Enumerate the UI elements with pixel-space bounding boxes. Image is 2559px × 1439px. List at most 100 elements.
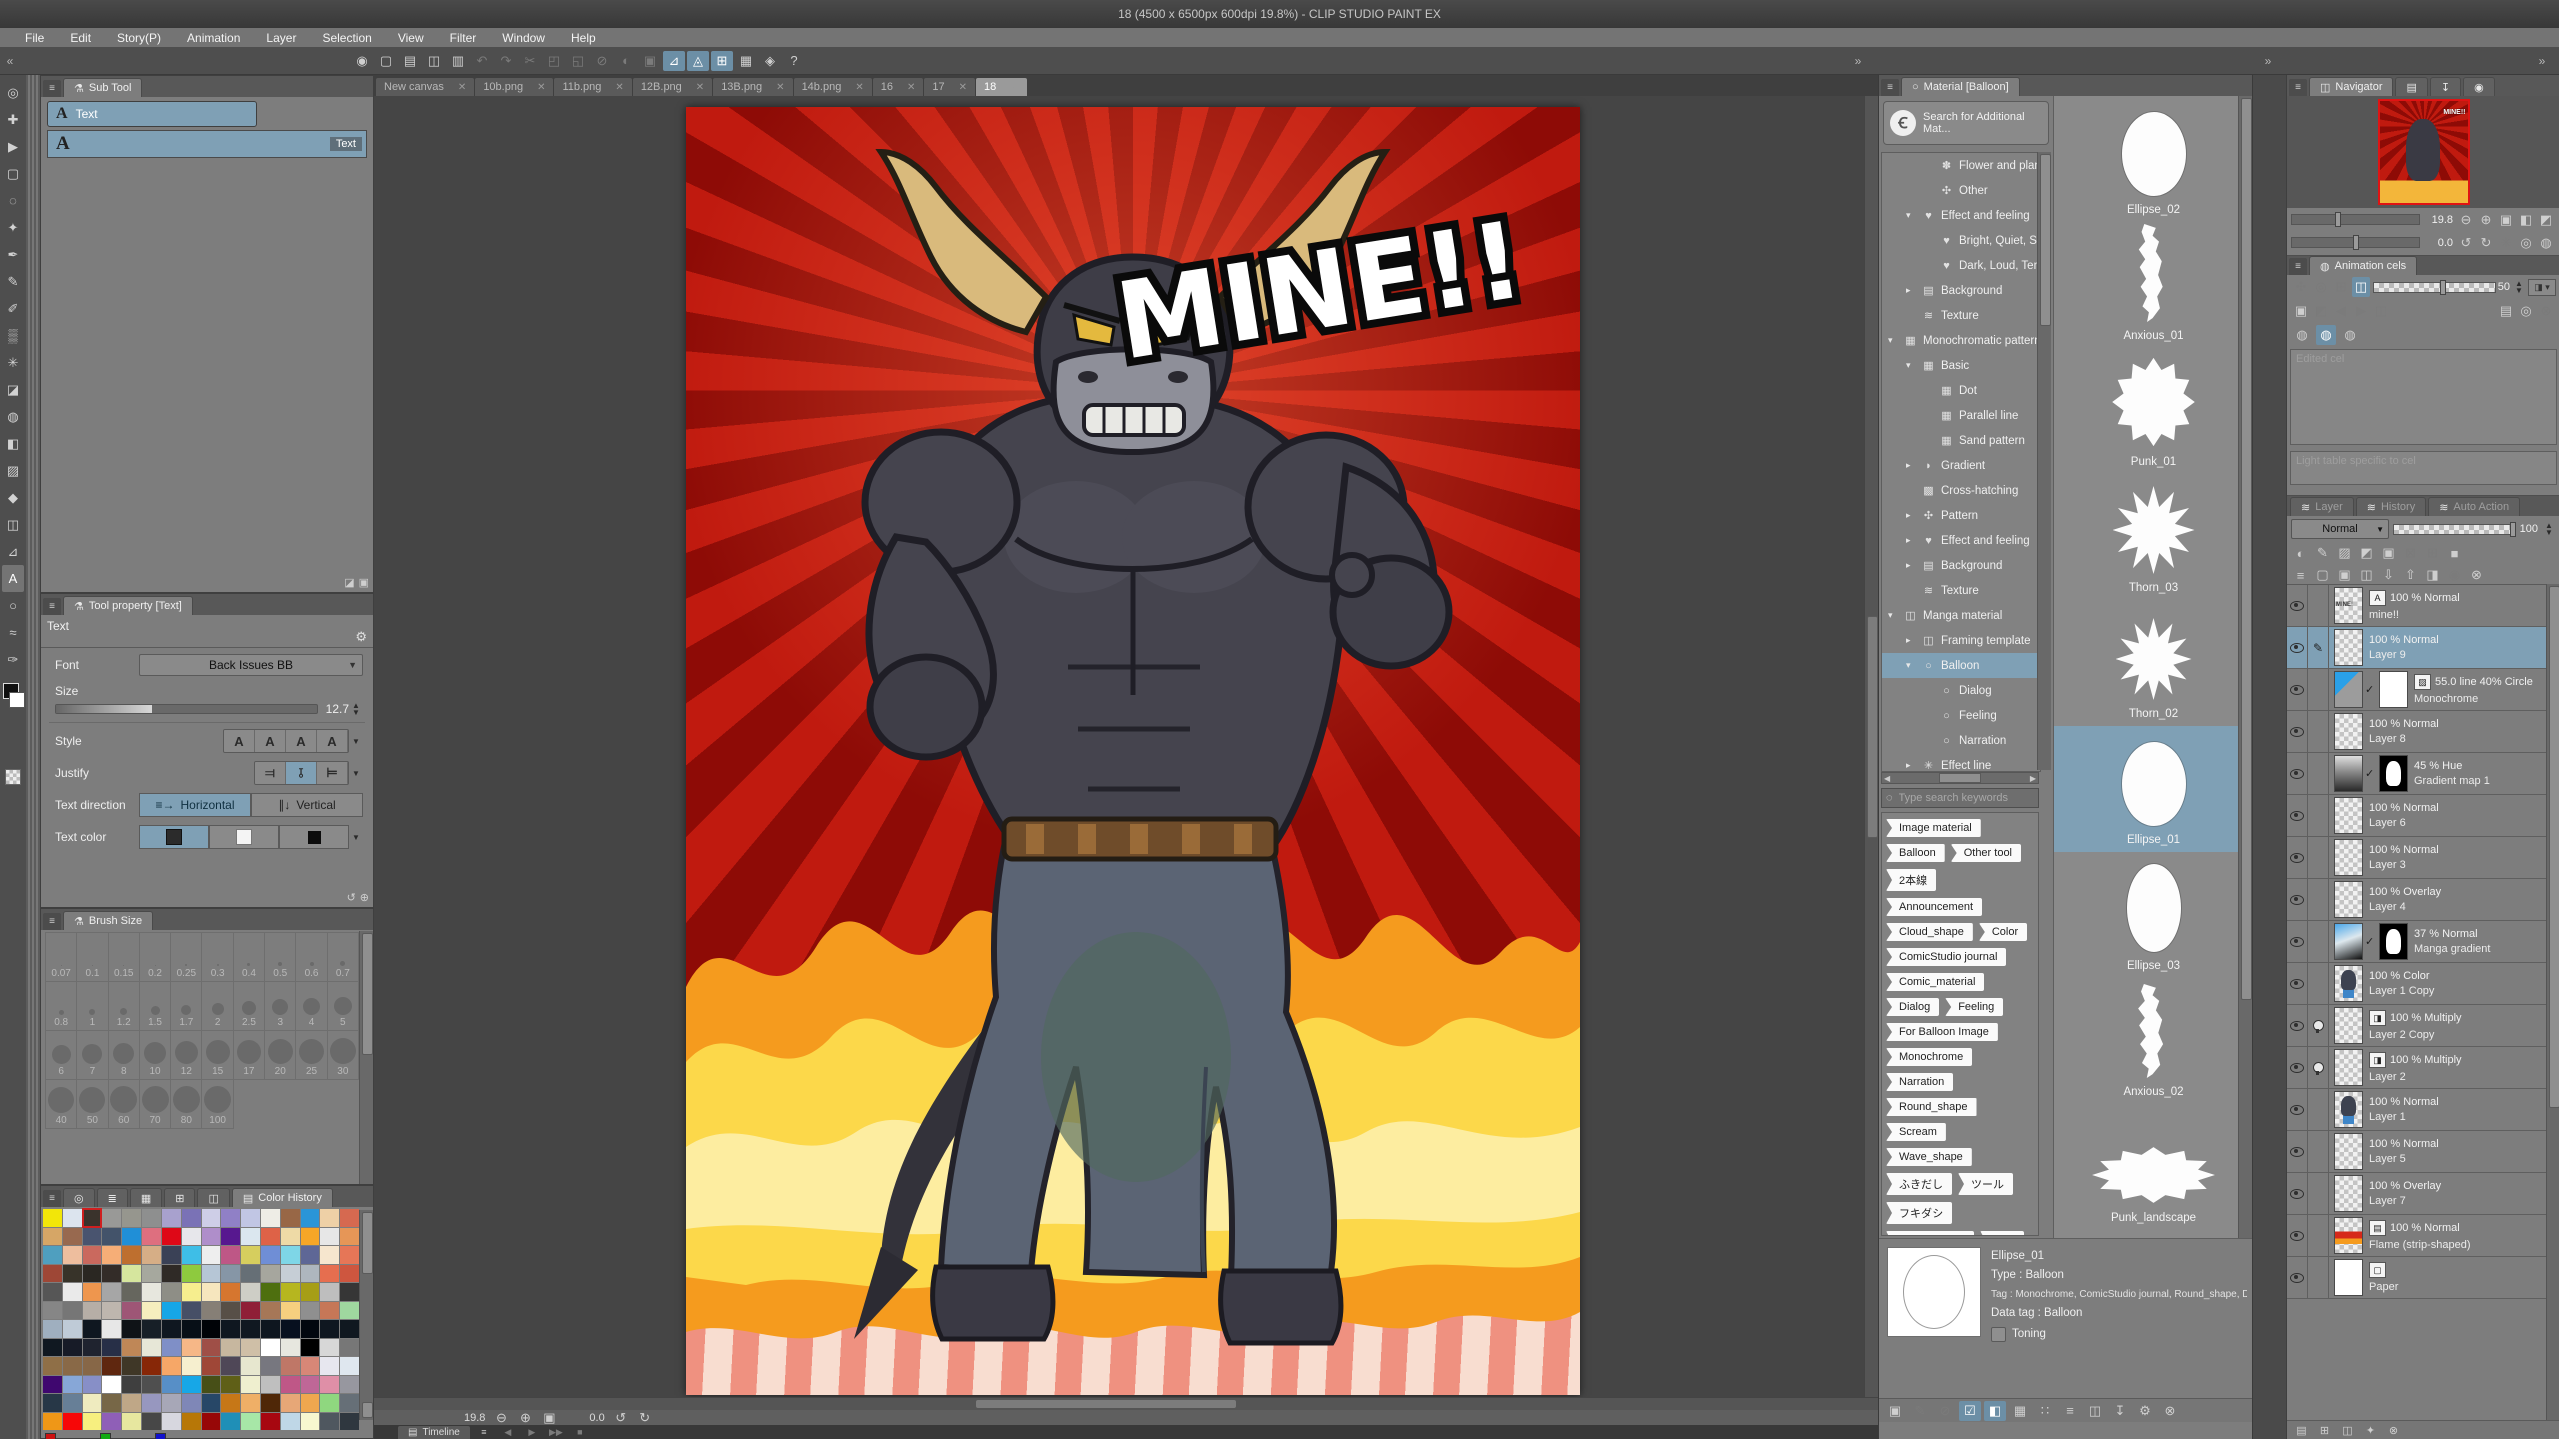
layer-mask-thumbnail[interactable]	[2379, 755, 2408, 792]
color-swatch[interactable]	[83, 1320, 102, 1338]
color-swatch[interactable]	[83, 1339, 102, 1357]
rotate-ccw-icon[interactable]: ↺	[2457, 233, 2475, 253]
recent-color-swatch[interactable]	[100, 1433, 111, 1439]
new-folder-icon[interactable]: ▣	[1884, 1401, 1906, 1421]
color-swatch[interactable]	[320, 1320, 339, 1338]
eraser-tool-icon[interactable]: ◪	[2, 376, 24, 403]
register-tool-icon[interactable]: ⊕	[360, 891, 369, 904]
layer-thumbnail[interactable]	[2334, 881, 2363, 918]
layer-name[interactable]: Flame (strip-shaped)	[2369, 1239, 2470, 1251]
color-swatch[interactable]	[281, 1339, 300, 1357]
enable-light-table-icon[interactable]: ✣	[2292, 277, 2310, 297]
color-swatch[interactable]	[142, 1339, 161, 1357]
layer-row[interactable]: ✎ ✓ ◨100 % Multiply Layer 2 Copy	[2287, 1005, 2547, 1047]
layer-name[interactable]: Layer 6	[2369, 817, 2439, 829]
brush-size-cell[interactable]: 6	[46, 1031, 77, 1080]
transfer-down-icon[interactable]: ⇩	[2379, 565, 2398, 585]
color-swatch[interactable]	[241, 1376, 260, 1394]
brush-size-cell[interactable]: 0.07	[46, 933, 77, 982]
material-search-input[interactable]	[1897, 791, 2034, 805]
layer-name[interactable]: Layer 5	[2369, 1153, 2439, 1165]
color-swatch[interactable]	[241, 1357, 260, 1375]
menu-item[interactable]: Story(P)	[104, 29, 174, 47]
save-material-icon[interactable]: ↧	[2109, 1401, 2131, 1421]
trash-icon[interactable]: ⊗	[2159, 1401, 2181, 1421]
brush-size-cell[interactable]: 1	[77, 982, 108, 1031]
color-swatch[interactable]	[320, 1413, 339, 1431]
color-swatch[interactable]	[43, 1283, 62, 1301]
color-swatch[interactable]	[142, 1209, 161, 1227]
flip-horizontal-icon[interactable]: ◧	[2517, 210, 2535, 230]
material-tree-item[interactable]: ▾ ○ Balloon	[1882, 653, 2040, 678]
document-tab[interactable]: 14b.png✕	[794, 78, 872, 96]
layer-indicator-cell[interactable]: ✎	[2308, 837, 2329, 878]
color-swatch[interactable]	[63, 1413, 82, 1431]
layer-panel-tab[interactable]: ≋Layer	[2290, 497, 2354, 516]
color-swatch[interactable]	[43, 1302, 62, 1320]
color-swatch[interactable]	[221, 1265, 240, 1283]
material-tree-item[interactable]: ▸ ◗ Gradient	[1882, 453, 2040, 478]
layer-visibility-cell[interactable]	[2287, 669, 2308, 710]
color-swatch[interactable]	[162, 1283, 181, 1301]
color-swatch[interactable]	[202, 1339, 221, 1357]
panel-trash-icon[interactable]: ⊗	[2384, 1423, 2403, 1439]
document-tab[interactable]: New canvas✕	[376, 78, 474, 96]
color-swatch[interactable]	[162, 1376, 181, 1394]
brush-size-cell[interactable]: 40	[46, 1080, 77, 1129]
color-swatch[interactable]	[340, 1265, 359, 1283]
color-swatch[interactable]	[320, 1339, 339, 1357]
lock-layer-icon[interactable]: ◩	[2357, 543, 2376, 563]
color-swatch[interactable]	[281, 1265, 300, 1283]
save-icon[interactable]: ◫	[423, 51, 445, 71]
color-swatch[interactable]	[340, 1394, 359, 1412]
layer-name[interactable]: Manga gradient	[2414, 943, 2490, 955]
layer-visibility-cell[interactable]	[2287, 879, 2308, 920]
material-tab[interactable]: ○Material [Balloon]	[1901, 77, 2020, 96]
layer-visibility-cell[interactable]	[2287, 585, 2308, 626]
zoom-tool-icon[interactable]: ◎	[2, 79, 24, 106]
color-swatch[interactable]	[340, 1209, 359, 1227]
material-tree-item[interactable]: ▸ ✳ Effect line	[1882, 753, 2040, 772]
tree-expand-icon[interactable]: ▸	[1906, 535, 1916, 546]
color-swatch[interactable]	[202, 1376, 221, 1394]
color-swatch[interactable]	[221, 1413, 240, 1431]
color-swatch[interactable]	[261, 1209, 280, 1227]
deselect-icon[interactable]: ⊘	[591, 51, 613, 71]
layer-panel-tab[interactable]: ≋Auto Action	[2428, 497, 2520, 516]
balloon-tool-icon[interactable]: ○	[2, 592, 24, 619]
color-swatch[interactable]	[43, 1209, 62, 1227]
gear-icon[interactable]: ⚙	[2134, 1401, 2156, 1421]
material-item[interactable]: Anxious_02	[2054, 978, 2253, 1104]
layer-indicator-cell[interactable]: ✎	[2308, 879, 2329, 920]
folder-icon[interactable]: ▤	[2497, 301, 2515, 321]
brush-size-cell[interactable]: 3	[265, 982, 296, 1031]
material-tree-item[interactable]: ▸ ✣ Pattern	[1882, 503, 2040, 528]
animation-cels-tab[interactable]: ◍Animation cels	[2309, 256, 2417, 275]
material-tree-item[interactable]: ✽ Flower and plant p...	[1882, 153, 2040, 178]
color-swatch[interactable]	[83, 1394, 102, 1412]
canvas-viewport[interactable]: MINE!!	[374, 96, 1878, 1397]
delete-layer-icon[interactable]: ⊗	[2467, 565, 2486, 585]
color-swatch[interactable]	[162, 1209, 181, 1227]
brush-size-cell[interactable]: 0.6	[296, 933, 327, 982]
panel-menu-icon[interactable]: ≡	[43, 1190, 61, 1207]
close-icon[interactable]: ✕	[959, 82, 967, 93]
mask-icon[interactable]: ◐	[2291, 543, 2310, 563]
tree-expand-icon[interactable]: ▸	[1906, 560, 1916, 571]
delete-folder-icon[interactable]: ⊘	[1934, 1401, 1956, 1421]
layer-name[interactable]: Gradient map 1	[2414, 775, 2490, 787]
color-swatch[interactable]	[102, 1357, 121, 1375]
keyword-tag[interactable]: Dialog	[1886, 998, 1939, 1016]
brush-size-cell[interactable]: 30	[328, 1031, 359, 1080]
tree-expand-icon[interactable]: ▾	[1906, 360, 1916, 371]
close-icon[interactable]: ✕	[696, 82, 704, 93]
color-swatch[interactable]	[320, 1265, 339, 1283]
document-tab[interactable]: 12B.png✕	[633, 78, 712, 96]
material-item[interactable]: Ellipse_01	[2054, 726, 2253, 852]
layer-indicator-cell[interactable]: ✎	[2308, 1257, 2329, 1298]
color-swatch[interactable]	[182, 1376, 201, 1394]
color-swatch[interactable]	[241, 1302, 260, 1320]
collapse-dock-icon[interactable]: »	[2258, 54, 2278, 68]
close-icon[interactable]: ✕	[615, 82, 623, 93]
color-swatch[interactable]	[182, 1394, 201, 1412]
